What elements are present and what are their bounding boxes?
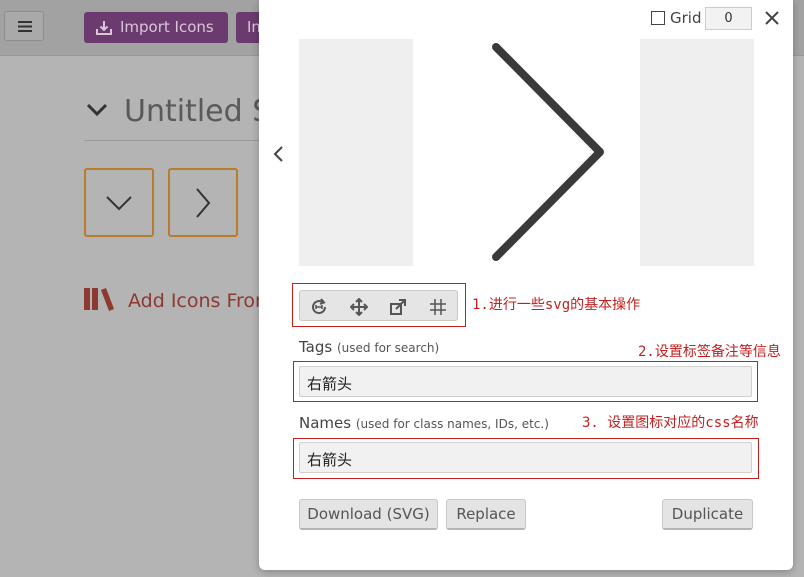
- names-hint: (used for class names, IDs, etc.): [355, 417, 549, 431]
- icon-tile-chevron-right[interactable]: [168, 168, 238, 237]
- main-menu-button[interactable]: [4, 11, 44, 41]
- set-divider: [84, 140, 274, 141]
- annotation-box-tags: [293, 361, 758, 402]
- chevron-down-icon: [106, 195, 132, 210]
- preview-left-panel: [299, 39, 413, 266]
- grid-checkbox[interactable]: [651, 11, 665, 25]
- tags-hint: (used for search): [337, 341, 440, 355]
- grid-size-input[interactable]: 0: [705, 7, 752, 30]
- close-icon[interactable]: [764, 10, 780, 26]
- tags-label: Tags (used for search): [299, 338, 439, 356]
- names-label-text: Names: [299, 414, 352, 432]
- preview-right-panel: [640, 39, 754, 266]
- import-icons-button[interactable]: Import Icons: [84, 12, 228, 43]
- names-label: Names (used for class names, IDs, etc.): [299, 414, 549, 432]
- import-icons-label: Import Icons: [120, 18, 214, 36]
- menu-icon: [18, 21, 32, 32]
- download-svg-button[interactable]: Download (SVG): [299, 499, 438, 530]
- chevron-down-icon[interactable]: [86, 103, 108, 117]
- replace-button[interactable]: Replace: [446, 499, 526, 530]
- annotation-box-names: [293, 438, 759, 479]
- import-icon: [96, 21, 112, 35]
- grid-label: Grid: [670, 9, 702, 27]
- chevron-left-icon[interactable]: [272, 145, 284, 163]
- annotation-2: 2.设置标签备注等信息: [638, 344, 781, 360]
- icon-tile-chevron-down[interactable]: [84, 168, 154, 237]
- duplicate-button[interactable]: Duplicate: [662, 499, 753, 530]
- library-icon: [84, 288, 114, 311]
- annotation-3: 3. 设置图标对应的css名称: [582, 415, 759, 431]
- annotation-box-toolbar: [292, 283, 466, 327]
- chevron-right-icon: [492, 43, 604, 261]
- tags-label-text: Tags: [299, 338, 333, 356]
- annotation-1: 1.进行一些svg的基本操作: [472, 297, 641, 313]
- chevron-right-icon: [196, 187, 211, 218]
